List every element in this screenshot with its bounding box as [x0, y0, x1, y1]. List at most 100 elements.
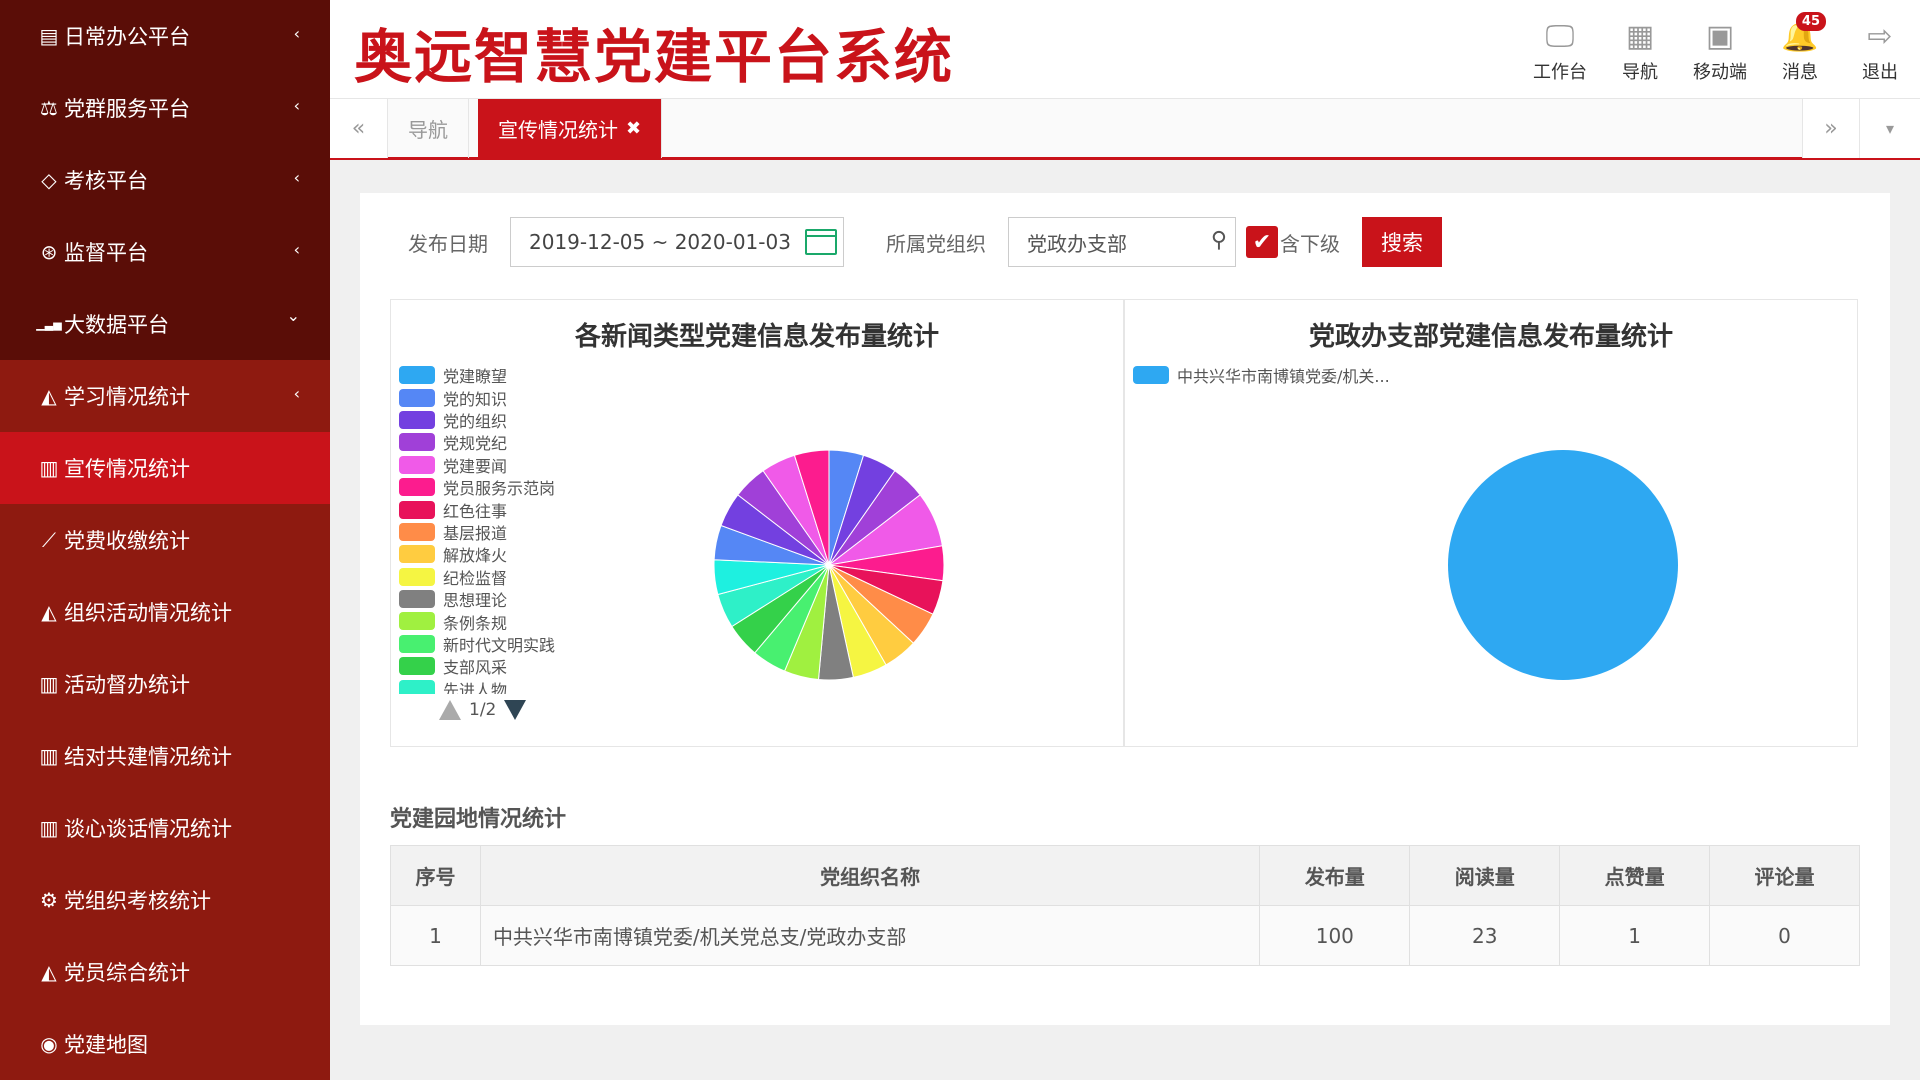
tab-bar: « 导航 宣传情况统计 ✖ » ▾: [330, 98, 1920, 160]
sidebar-item[interactable]: ▥ 宣传情况统计: [0, 432, 330, 504]
include-sub-checkbox[interactable]: ✔: [1246, 226, 1278, 258]
tab-nav[interactable]: 导航: [388, 99, 469, 158]
tab-prev-button[interactable]: «: [330, 99, 388, 158]
notification-badge: 45: [1795, 12, 1826, 31]
gears-icon: ⚙: [40, 888, 58, 912]
header-nav-item[interactable]: ⇨ 退出: [1840, 16, 1920, 84]
sidebar-item[interactable]: ▥ 活动督办统计: [0, 648, 330, 720]
table-cell: 23: [1409, 905, 1561, 966]
sidebar-item[interactable]: ⚖ 党群服务平台 ‹: [0, 72, 330, 144]
sidebar-item-label: 考核平台: [64, 169, 148, 193]
file-icon: ▤: [39, 24, 59, 48]
header-nav-label: 工作台: [1533, 62, 1587, 83]
column-header: 序号: [390, 845, 481, 906]
scale-icon: ⚖: [40, 96, 58, 120]
table-cell: 1: [390, 905, 481, 966]
sidebar-item-label: 党费收缴统计: [64, 529, 190, 553]
check-icon: ✔: [1252, 229, 1272, 255]
chevron-left-icon: ‹: [293, 96, 300, 115]
sidebar-item-label: 党组织考核统计: [64, 889, 211, 913]
date-range-input[interactable]: 2019-12-05 ~ 2020-01-03: [510, 217, 844, 267]
include-sub-label: 含下级: [1280, 231, 1340, 256]
pie-chart-news-types: [713, 449, 945, 681]
diamond-icon: ◇: [41, 168, 57, 192]
main-content: 发布日期 2019-12-05 ~ 2020-01-03 所属党组织 党政办支部…: [360, 193, 1890, 1025]
area-chart-icon: ◭: [41, 384, 57, 408]
date-label: 发布日期: [408, 231, 488, 256]
column-header: 发布量: [1259, 845, 1411, 906]
header-nav-label: 移动端: [1693, 62, 1747, 83]
tab-label: 宣传情况统计: [498, 118, 618, 142]
lifebuoy-icon: ⊛: [40, 240, 58, 264]
sidebar-item-label: 大数据平台: [64, 313, 169, 337]
app-title: 奥远智慧党建平台系统: [354, 23, 955, 91]
chevron-down-icon: ⌄: [286, 306, 300, 325]
sidebar-item[interactable]: ◭ 学习情况统计 ‹: [0, 360, 330, 432]
sidebar-item-label: 党建地图: [64, 1033, 148, 1057]
search-icon[interactable]: ⚲: [1211, 228, 1227, 253]
table-cell: 100: [1259, 905, 1411, 966]
pie-slice[interactable]: [1448, 450, 1678, 680]
signal-icon: ▁▃▅: [36, 317, 62, 331]
desktop-icon: 🖵: [1545, 19, 1575, 54]
sidebar-item[interactable]: ◇ 考核平台 ‹: [0, 144, 330, 216]
sidebar-item-label: 组织活动情况统计: [64, 601, 232, 625]
tab-next-button[interactable]: »: [1802, 99, 1860, 158]
sidebar-item-label: 党群服务平台: [64, 97, 190, 121]
table-cell: 中共兴华市南博镇党委/机关党总支/党政办支部: [479, 905, 1261, 966]
sidebar-item[interactable]: ⚙ 党组织考核统计: [0, 864, 330, 936]
table-header-row: 序号 党组织名称 发布量 阅读量 点赞量 评论量: [390, 845, 1860, 906]
header-nav-label: 消息: [1782, 62, 1818, 83]
double-chevron-right-icon: »: [1824, 116, 1838, 141]
sidebar-item[interactable]: ▤ 日常办公平台 ‹: [0, 0, 330, 72]
filter-bar: 发布日期 2019-12-05 ~ 2020-01-03 所属党组织 党政办支部…: [408, 217, 1442, 267]
table-row[interactable]: 1 中共兴华市南博镇党委/机关党总支/党政办支部 100 23 1 0: [390, 905, 1860, 966]
area-chart-icon: ◭: [41, 960, 57, 984]
sidebar-item[interactable]: ⟋ 党费收缴统计: [0, 504, 330, 576]
chart-panel-branch: 党政办支部党建信息发布量统计 中共兴华市南博镇党委/机关...: [1124, 299, 1858, 747]
sidebar-item[interactable]: ▥ 结对共建情况统计: [0, 720, 330, 792]
header-nav-item[interactable]: 🔔 消息 45: [1760, 12, 1840, 84]
header: 奥远智慧党建平台系统 🖵 工作台 ▦ 导航 ▣ 移动端 🔔 消息 45 ⇨ 退出: [330, 0, 1920, 98]
grid-icon: ▦: [1625, 19, 1655, 54]
tab-label: 导航: [408, 118, 448, 142]
qrcode-icon: ▣: [1705, 19, 1735, 54]
sidebar-item[interactable]: ◭ 组织活动情况统计: [0, 576, 330, 648]
caret-down-icon: ▾: [1885, 119, 1895, 138]
sidebar-item[interactable]: ◉ 党建地图: [0, 1008, 330, 1080]
sidebar-item[interactable]: ▥ 谈心谈话情况统计: [0, 792, 330, 864]
column-header: 评论量: [1709, 845, 1860, 906]
sidebar-item[interactable]: ◭ 党员综合统计: [0, 936, 330, 1008]
sidebar-item-label: 谈心谈话情况统计: [64, 817, 232, 841]
header-nav-item[interactable]: ▣ 移动端: [1680, 16, 1760, 84]
header-nav-item[interactable]: 🖵 工作台: [1520, 16, 1600, 84]
line-chart-icon: ⟋: [42, 528, 56, 552]
sidebar-item-label: 学习情况统计: [64, 385, 190, 409]
bar-chart-icon: ▥: [39, 744, 59, 768]
tab-propaganda-stats[interactable]: 宣传情况统计 ✖: [478, 99, 663, 158]
close-icon[interactable]: ✖: [626, 118, 641, 139]
area-chart-icon: ◭: [41, 600, 57, 624]
chevron-left-icon: ‹: [293, 240, 300, 259]
sidebar-item[interactable]: ▁▃▅ 大数据平台 ⌄: [0, 288, 330, 360]
header-nav-item[interactable]: ▦ 导航: [1600, 16, 1680, 84]
calendar-icon[interactable]: [805, 229, 837, 255]
search-button[interactable]: 搜索: [1362, 217, 1442, 267]
section-title: 党建园地情况统计: [390, 807, 567, 832]
chevron-left-icon: ‹: [293, 24, 300, 43]
column-header: 党组织名称: [479, 845, 1261, 906]
bar-chart-icon: ▥: [39, 816, 59, 840]
sign-out-icon: ⇨: [1867, 19, 1893, 54]
double-chevron-left-icon: «: [351, 116, 366, 141]
sidebar-item-label: 活动督办统计: [64, 673, 190, 697]
header-nav-label: 导航: [1622, 62, 1658, 83]
globe-icon: ◉: [40, 1032, 58, 1056]
sidebar-item-label: 党员综合统计: [64, 961, 190, 985]
org-select-input[interactable]: 党政办支部 ⚲: [1008, 217, 1236, 267]
tab-menu-button[interactable]: ▾: [1860, 99, 1920, 158]
sidebar-item-label: 监督平台: [64, 241, 148, 265]
sidebar-item[interactable]: ⊛ 监督平台 ‹: [0, 216, 330, 288]
chevron-left-icon: ‹: [293, 168, 300, 187]
sidebar: ▤ 日常办公平台 ‹ ⚖ 党群服务平台 ‹ ◇ 考核平台 ‹ ⊛ 监督平台 ‹ ▁▃▅ 大数据平台 ⌄ ◭ 学习…: [0, 0, 330, 1080]
column-header: 阅读量: [1409, 845, 1561, 906]
